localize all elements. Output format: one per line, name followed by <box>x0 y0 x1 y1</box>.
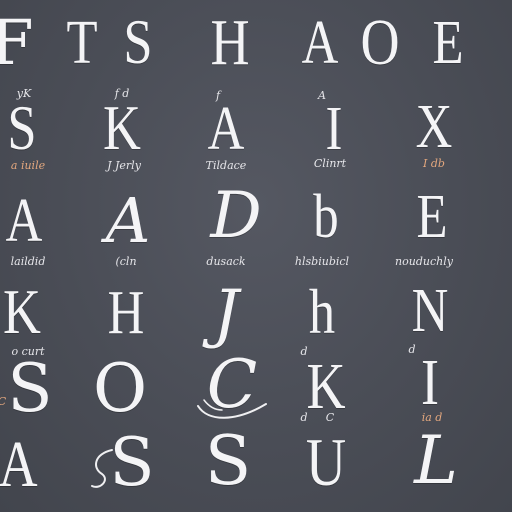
caption-r4-4: hlsbiubicl <box>294 255 350 268</box>
glyph-r1-7: E <box>432 9 464 77</box>
glyph-r7-1: A <box>0 428 38 501</box>
glyph-r6-3: C <box>206 346 258 423</box>
glyph-r2-4: I <box>325 95 343 163</box>
glyph-r3-4: b <box>313 183 339 251</box>
glyph-r3-1: A <box>5 187 43 255</box>
alphabet-specimen-sheet: F T S H A O E yK f d f A S K A I X a iui… <box>0 0 512 512</box>
caption-r3-3: Tildace <box>205 159 247 172</box>
caption-r5-3: d <box>408 343 416 356</box>
glyph-r1-1: F <box>0 6 34 79</box>
glyph-r3-3: D <box>210 179 262 253</box>
glyph-r2-3: A <box>207 95 245 163</box>
caption-r3-1: a iuile <box>10 159 46 172</box>
glyph-r5-5: N <box>411 277 449 345</box>
glyph-r5-2: H <box>107 279 145 347</box>
caption-r3-4: Clinrt <box>313 157 347 170</box>
glyph-r5-3: J <box>213 277 239 351</box>
caption-r4-3: dusack <box>206 255 246 268</box>
glyph-r7-3: S <box>204 422 252 501</box>
glyph-r3-5: E <box>416 183 448 251</box>
glyph-r5-4: h <box>308 276 336 347</box>
glyph-r2-5: X <box>415 93 453 161</box>
glyph-r6-5: I <box>420 346 440 419</box>
caption-r6-1: C <box>0 396 6 407</box>
glyph-r7-4: U <box>305 424 347 500</box>
glyph-r1-2: T <box>66 9 98 77</box>
glyph-r1-3: S <box>123 6 153 77</box>
glyph-r5-1: K <box>3 276 41 347</box>
caption-r3-2: J Jerly <box>107 159 141 172</box>
caption-r4-1: laildid <box>10 255 46 268</box>
caption-r3-5: I db <box>423 157 445 170</box>
glyph-r6-2: O <box>92 350 148 427</box>
caption-r4-5: nouduchly <box>395 255 453 268</box>
glyph-r2-2: K <box>103 92 141 163</box>
glyph-r7-5: L <box>414 422 458 499</box>
glyph-r1-5: A <box>301 9 339 77</box>
glyph-r3-2: A <box>105 184 151 257</box>
glyph-r1-6: O <box>360 6 400 79</box>
glyph-r1-4: H <box>210 6 250 79</box>
glyph-r6-1: S <box>7 350 53 427</box>
glyph-r7-2: S <box>109 424 155 501</box>
caption-r6-3: C <box>325 411 335 424</box>
glyph-r2-1: S <box>7 92 37 163</box>
caption-r6-2: d <box>300 411 308 424</box>
caption-r4-2: (cln <box>115 255 137 268</box>
